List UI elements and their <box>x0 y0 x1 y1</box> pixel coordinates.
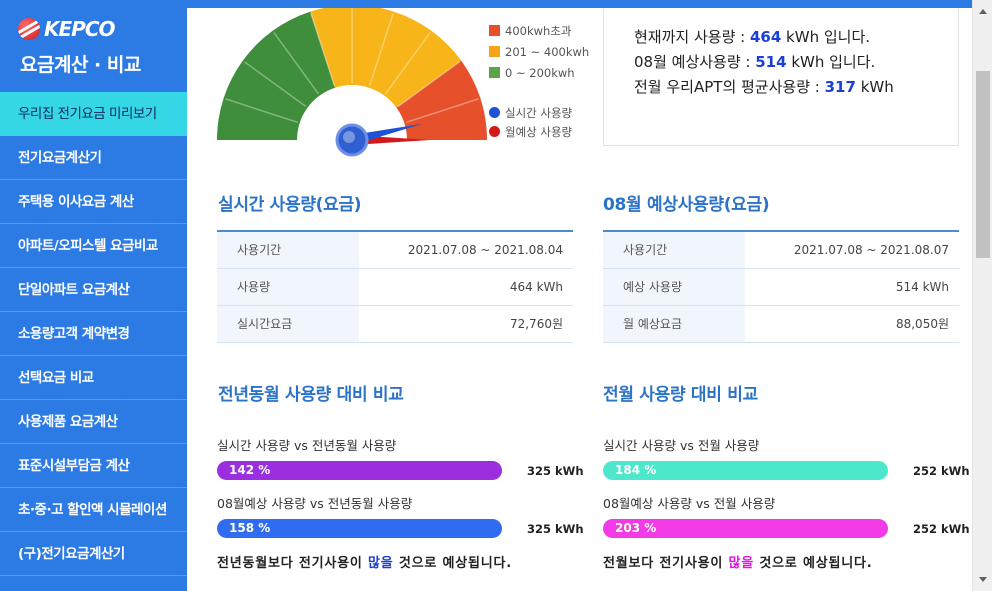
kepco-emblem-icon <box>18 18 40 40</box>
summary-current-usage: 현재까지 사용량 : 464 kWh 입니다. <box>634 28 871 46</box>
legend-projected-label: 월예상 사용량 <box>505 124 573 139</box>
yoy-bar1: 142 % <box>217 461 502 480</box>
scroll-up-icon[interactable] <box>979 9 987 14</box>
table-row: 사용기간 2021.07.08 ~ 2021.08.07 <box>603 231 959 269</box>
scrollbar-thumb[interactable] <box>976 71 990 258</box>
sidebar-item-appliance-bill[interactable]: 사용제품 요금계산 <box>0 400 187 444</box>
usage-gauge <box>217 8 487 157</box>
summary-projected-usage: 08월 예상사용량 : 514 kWh 입니다. <box>634 53 876 71</box>
projected-table: 사용기간 2021.07.08 ~ 2021.08.07 예상 사용량 514 kW… <box>603 230 959 343</box>
mom-bar2-label: 08월예상 사용량 vs 전월 사용량 <box>603 496 776 511</box>
sidebar-item-school-discount[interactable]: 초·중·고 할인액 시뮬레이션 <box>0 488 187 532</box>
legend-mid-swatch <box>489 46 500 57</box>
summary-projected-value: 514 <box>755 53 787 71</box>
brand-name: KEPCO <box>44 17 115 41</box>
projected-section-title: 08월 예상사용량(요금) <box>603 195 770 215</box>
summary-apt-average: 전월 우리APT의 평균사용량 : 317 kWh <box>634 78 894 96</box>
sidebar-menu: 우리집 전기요금 미리보기 전기요금계산기 주택용 이사요금 계산 아파트/오피… <box>0 92 207 576</box>
gauge-legend: 400kwh초과 201 ~ 400kwh 0 ~ 200kwh 실시간 사용량… <box>489 20 589 141</box>
legend-over400-swatch <box>489 25 500 36</box>
mom-bar1-label: 실시간 사용량 vs 전월 사용량 <box>603 438 760 453</box>
summary-current-value: 464 <box>749 28 782 46</box>
table-row: 사용기간 2021.07.08 ~ 2021.08.04 <box>217 231 573 269</box>
sidebar-item-apartment-compare[interactable]: 아파트/오피스텔 요금비교 <box>0 224 187 268</box>
legend-mid-label: 201 ~ 400kwh <box>505 44 590 59</box>
main-content: 400kwh초과 201 ~ 400kwh 0 ~ 200kwh 실시간 사용량… <box>187 8 972 591</box>
legend-over400-label: 400kwh초과 <box>505 23 572 38</box>
yoy-bar2-label: 08월예상 사용량 vs 전년동월 사용량 <box>217 496 413 511</box>
yoy-verdict: 전년동월보다 전기사용이 많을 것으로 예상됩니다. <box>217 556 513 571</box>
table-row: 실시간요금 72,760원 <box>217 305 573 343</box>
yoy-section-title: 전년동월 사용량 대비 비교 <box>218 385 404 405</box>
legend-realtime-label: 실시간 사용량 <box>505 105 573 120</box>
yoy-bar2: 158 % <box>217 519 502 538</box>
sidebar-item-facility-charge[interactable]: 표준시설부담금 계산 <box>0 444 187 488</box>
app-title: 요금계산 · 비교 <box>20 54 141 76</box>
yoy-bar2-value: 325 kWh <box>527 522 584 536</box>
yoy-bar1-value: 325 kWh <box>527 464 584 478</box>
kepco-logo[interactable]: KEPCO <box>18 16 148 42</box>
legend-low-label: 0 ~ 200kwh <box>505 65 575 80</box>
yoy-bar1-label: 실시간 사용량 vs 전년동월 사용량 <box>217 438 397 453</box>
sidebar: KEPCO 요금계산 · 비교 우리집 전기요금 미리보기 전기요금계산기 주택… <box>0 0 207 591</box>
mom-section-title: 전월 사용량 대비 비교 <box>603 385 758 405</box>
gauge-hub-highlight <box>343 131 355 143</box>
mom-bar1: 184 % <box>603 461 888 480</box>
mom-bar1-value: 252 kWh <box>913 464 970 478</box>
vertical-scrollbar[interactable] <box>972 0 992 591</box>
mom-verdict: 전월보다 전기사용이 많을 것으로 예상됩니다. <box>603 556 873 571</box>
legend-realtime-dot <box>489 107 500 118</box>
mom-bar2: 203 % <box>603 519 888 538</box>
sidebar-item-bill-calculator[interactable]: 전기요금계산기 <box>0 136 187 180</box>
legend-projected-dot <box>489 126 500 137</box>
sidebar-item-moving-bill[interactable]: 주택용 이사요금 계산 <box>0 180 187 224</box>
table-row: 사용량 464 kWh <box>217 268 573 306</box>
usage-summary-box: 현재까지 사용량 : 464 kWh 입니다. 08월 예상사용량 : 514 … <box>603 8 959 146</box>
sidebar-item-contract-change[interactable]: 소용량고객 계약변경 <box>0 312 187 356</box>
legend-low-swatch <box>489 67 500 78</box>
scroll-down-icon[interactable] <box>979 577 987 582</box>
table-row: 예상 사용량 514 kWh <box>603 268 959 306</box>
realtime-section-title: 실시간 사용량(요금) <box>218 195 362 215</box>
summary-apt-average-value: 317 <box>824 78 856 96</box>
sidebar-item-home-bill-preview[interactable]: 우리집 전기요금 미리보기 <box>0 92 207 136</box>
sidebar-item-old-calculator[interactable]: (구)전기요금계산기 <box>0 532 187 576</box>
realtime-table: 사용기간 2021.07.08 ~ 2021.08.04 사용량 464 kWh 실… <box>217 230 573 343</box>
table-row: 월 예상요금 88,050원 <box>603 305 959 343</box>
sidebar-item-optional-rate[interactable]: 선택요금 비교 <box>0 356 187 400</box>
mom-bar2-value: 252 kWh <box>913 522 970 536</box>
sidebar-item-single-apartment[interactable]: 단일아파트 요금계산 <box>0 268 187 312</box>
